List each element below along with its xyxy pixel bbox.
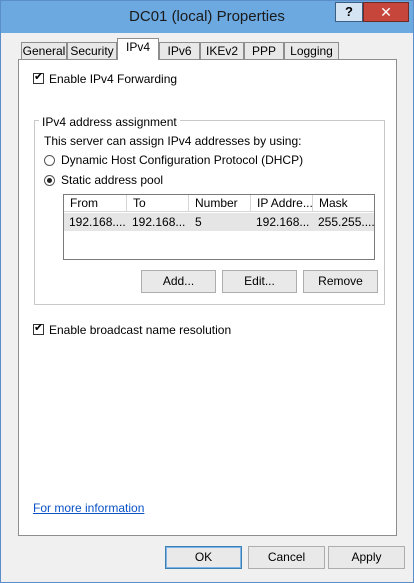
radio-dot-icon <box>47 178 52 183</box>
tab-ipv6[interactable]: IPv6 <box>159 42 200 59</box>
column-header-ip-address[interactable]: IP Addre... <box>251 195 313 212</box>
close-icon: ✕ <box>380 4 392 20</box>
remove-button[interactable]: Remove <box>303 270 378 293</box>
ipv4-assignment-group-title: IPv4 address assignment <box>39 115 180 129</box>
column-header-mask[interactable]: Mask <box>313 195 374 212</box>
dhcp-radio-label[interactable]: Dynamic Host Configuration Protocol (DHC… <box>61 153 303 167</box>
edit-button[interactable]: Edit... <box>222 270 297 293</box>
column-header-to[interactable]: To <box>127 195 189 212</box>
cell-mask: 255.255.... <box>318 215 374 229</box>
cell-from: 192.168.... <box>69 215 125 229</box>
address-pool-list[interactable]: From To Number IP Addre... Mask 192.168.… <box>63 194 375 260</box>
broadcast-name-resolution-checkbox[interactable]: ✔ <box>33 322 44 335</box>
static-pool-radio[interactable] <box>44 175 55 186</box>
title-bar[interactable]: DC01 (local) Properties ? ✕ <box>1 1 413 33</box>
check-icon: ✔ <box>34 322 44 334</box>
cell-to: 192.168... <box>132 215 186 229</box>
column-header-number[interactable]: Number <box>189 195 251 212</box>
static-pool-radio-label[interactable]: Static address pool <box>61 173 163 187</box>
add-button[interactable]: Add... <box>141 270 216 293</box>
tab-logging[interactable]: Logging <box>284 42 339 59</box>
dhcp-radio[interactable] <box>44 155 55 166</box>
tab-ikev2[interactable]: IKEv2 <box>200 42 244 59</box>
tab-security[interactable]: Security <box>67 42 117 59</box>
apply-button[interactable]: Apply <box>328 546 405 569</box>
ok-button[interactable]: OK <box>165 546 242 569</box>
ipv4-forwarding-checkbox[interactable]: ✔ <box>33 71 44 84</box>
tab-ipv4[interactable]: IPv4 <box>117 38 159 60</box>
help-button[interactable]: ? <box>335 2 363 22</box>
tab-general[interactable]: General <box>21 42 67 59</box>
properties-dialog: DC01 (local) Properties ? ✕ General Secu… <box>0 0 414 583</box>
cell-ip-address: 192.168... <box>256 215 310 229</box>
broadcast-name-resolution-label[interactable]: Enable broadcast name resolution <box>49 323 231 337</box>
cell-number: 5 <box>195 215 202 229</box>
cancel-button[interactable]: Cancel <box>248 546 325 569</box>
more-information-link[interactable]: For more information <box>33 501 144 515</box>
tab-ppp[interactable]: PPP <box>244 42 284 59</box>
assignment-intro-text: This server can assign IPv4 addresses by… <box>44 134 302 148</box>
check-icon: ✔ <box>34 71 44 83</box>
ipv4-forwarding-label[interactable]: Enable IPv4 Forwarding <box>49 72 177 86</box>
table-row[interactable]: 192.168.... 192.168... 5 192.168... 255.… <box>64 213 374 231</box>
column-header-from[interactable]: From <box>64 195 127 212</box>
close-button[interactable]: ✕ <box>363 2 409 22</box>
